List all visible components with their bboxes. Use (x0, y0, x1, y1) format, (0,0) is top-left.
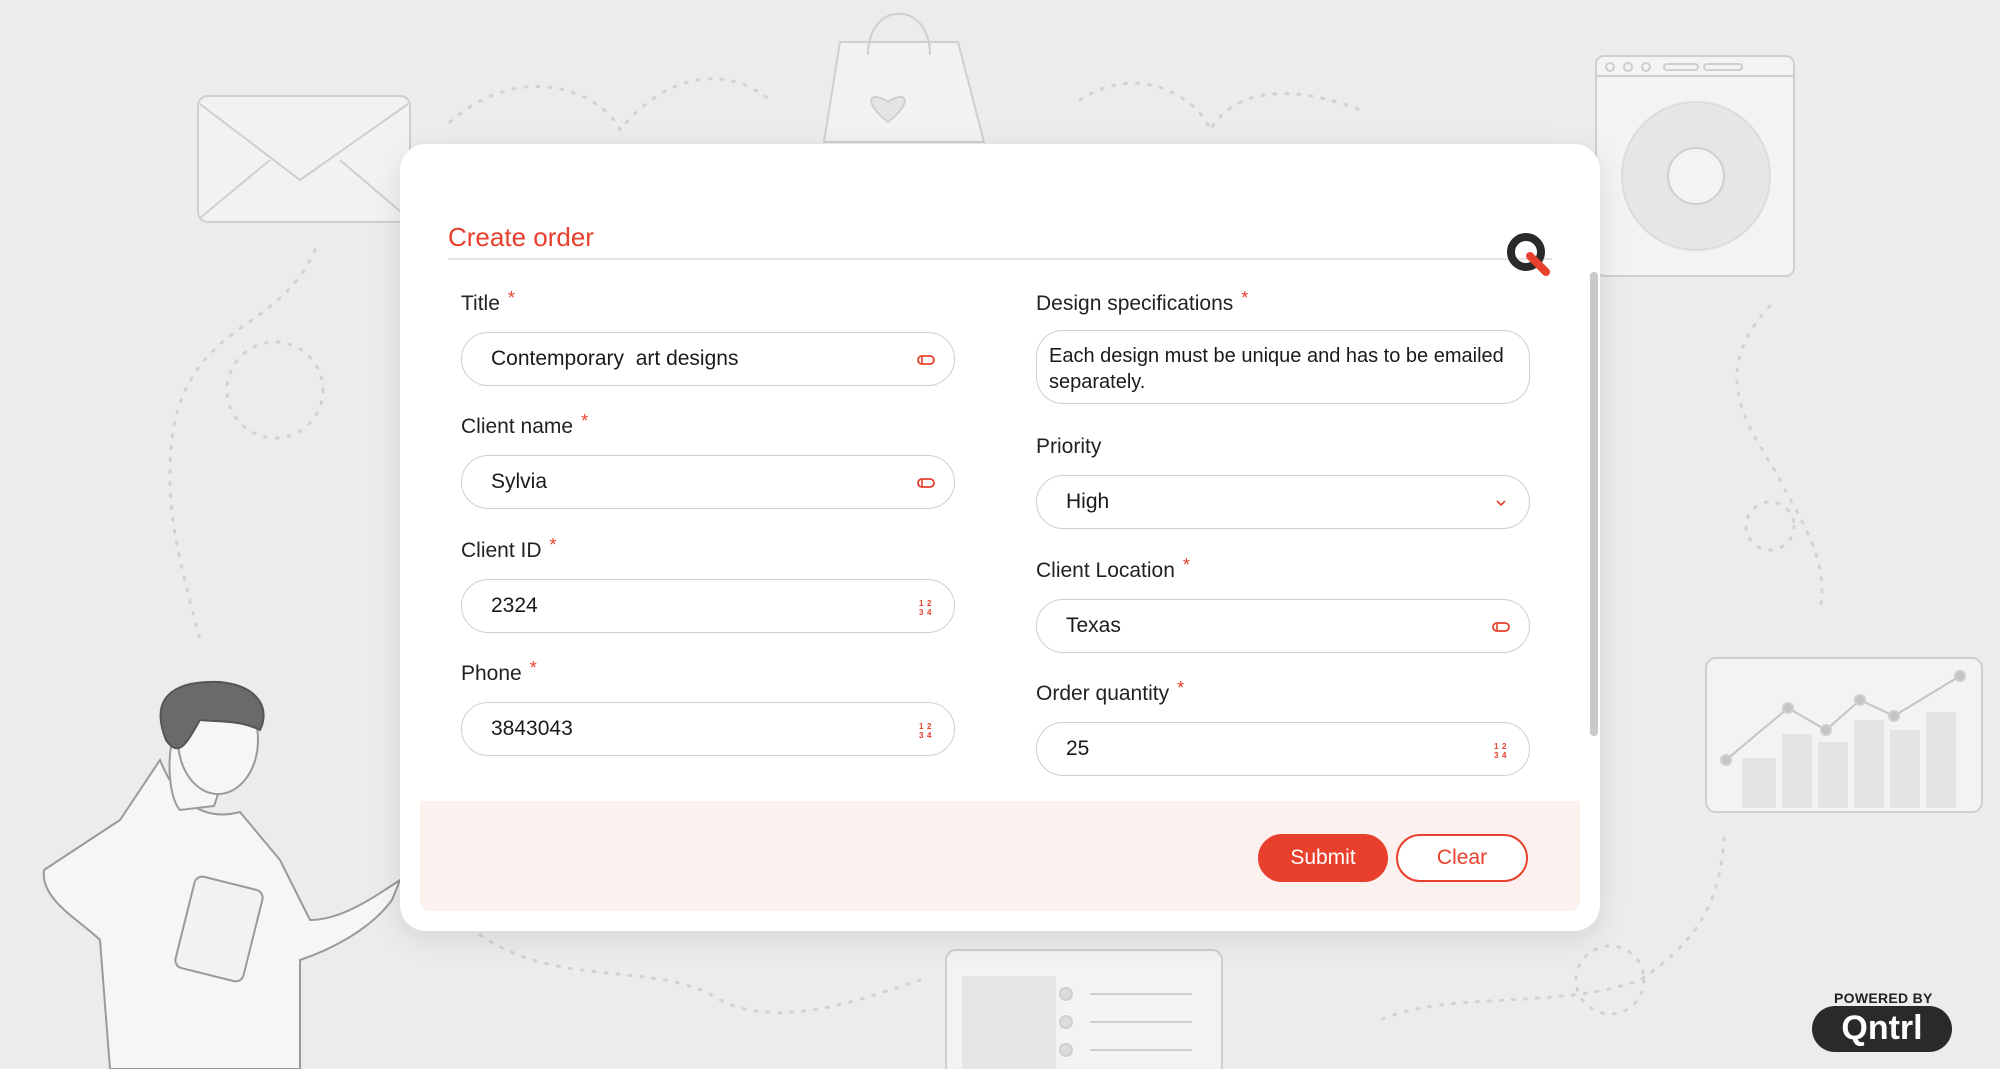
phone-label: Phone (461, 662, 522, 685)
phone-value: 3843043 (491, 717, 573, 740)
svg-text:1: 1 (919, 722, 924, 731)
create-order-form-card: Create order Title * Contemporary art des… (400, 144, 1600, 931)
phone-input[interactable]: 3843043 1234 (461, 702, 955, 756)
client-location-field: Client Location * Texas (1036, 555, 1530, 653)
svg-text:1: 1 (1494, 742, 1499, 751)
priority-field: Priority High (1036, 435, 1530, 529)
form-actions-bar: Submit Clear (420, 801, 1580, 911)
required-marker: * (1241, 288, 1249, 308)
required-marker: * (549, 535, 557, 555)
order-quantity-label: Order quantity (1036, 682, 1170, 705)
text-input-icon (1492, 622, 1510, 632)
text-input-icon (917, 478, 935, 488)
person-illustration (42, 680, 403, 1069)
design-specifications-value: Each design must be unique and has to be… (1049, 345, 1504, 393)
qntrl-logo-icon (1507, 233, 1550, 276)
shopping-bag-icon (822, 12, 986, 143)
client-name-input[interactable]: Sylvia (461, 455, 955, 509)
submit-button[interactable]: Submit (1258, 834, 1388, 882)
svg-text:2: 2 (927, 722, 932, 731)
browser-chart-icon (1595, 55, 1795, 277)
powered-by-text: POWERED BY (1834, 990, 1933, 1006)
client-id-label: Client ID (461, 539, 542, 562)
priority-select[interactable]: High (1036, 475, 1530, 529)
form-header: Create order (448, 180, 1552, 276)
required-marker: * (529, 658, 537, 678)
powered-by-badge: POWERED BY Qntrl (1812, 990, 1952, 1052)
svg-text:4: 4 (1502, 751, 1507, 760)
order-quantity-input[interactable]: 25 1234 (1036, 722, 1530, 776)
chevron-down-icon (1496, 500, 1506, 507)
media-list-card-icon (945, 949, 1223, 1069)
client-location-value: Texas (1066, 614, 1121, 637)
required-marker: * (507, 288, 515, 308)
client-name-field: Client name * Sylvia (461, 411, 955, 509)
svg-text:2: 2 (927, 599, 932, 608)
svg-text:4: 4 (927, 608, 932, 617)
client-id-value: 2324 (491, 594, 538, 617)
svg-text:2: 2 (1502, 742, 1507, 751)
client-id-input[interactable]: 2324 1234 (461, 579, 955, 633)
priority-value: High (1066, 490, 1110, 513)
brand-badge: Qntrl (1812, 1006, 1952, 1052)
envelope-icon (197, 95, 411, 223)
number-input-icon: 1 23 4 (919, 722, 932, 740)
title-field: Title * Contemporary art designs (461, 288, 955, 386)
analytics-card-icon (1705, 657, 1983, 813)
svg-text:1: 1 (919, 599, 924, 608)
brand-name: Qntrl (1841, 1009, 1923, 1047)
design-specifications-textarea[interactable]: Each design must be unique and has to be… (1036, 330, 1530, 404)
required-marker: * (1182, 555, 1190, 575)
form-scrollbar-thumb[interactable] (1590, 272, 1598, 736)
svg-text:4: 4 (927, 731, 932, 740)
client-name-value: Sylvia (491, 470, 548, 493)
client-id-field: Client ID * 2324 1234 (461, 535, 955, 633)
client-location-label: Client Location (1036, 559, 1175, 582)
number-input-icon: 1 23 4 (919, 599, 932, 617)
order-quantity-value: 25 (1066, 737, 1090, 760)
required-marker: * (1177, 678, 1185, 698)
svg-text:3: 3 (919, 731, 924, 740)
client-name-label: Client name (461, 415, 574, 438)
required-marker: * (581, 411, 589, 431)
order-quantity-field: Order quantity * 25 1234 (1036, 678, 1530, 776)
number-input-icon: 1 23 4 (1494, 742, 1507, 760)
phone-field: Phone * 3843043 1234 (461, 658, 955, 756)
design-specifications-label: Design specifications (1036, 292, 1234, 315)
text-input-icon (917, 355, 935, 365)
clear-button[interactable]: Clear (1396, 834, 1528, 882)
form-title: Create order (448, 222, 594, 252)
priority-label: Priority (1036, 435, 1102, 458)
svg-text:3: 3 (919, 608, 924, 617)
client-location-input[interactable]: Texas (1036, 599, 1530, 653)
title-value: Contemporary art designs (491, 347, 739, 370)
title-input[interactable]: Contemporary art designs (461, 332, 955, 386)
svg-text:3: 3 (1494, 751, 1499, 760)
title-label: Title (461, 292, 500, 315)
design-specifications-field: Design specifications * Each design must … (1036, 288, 1530, 404)
